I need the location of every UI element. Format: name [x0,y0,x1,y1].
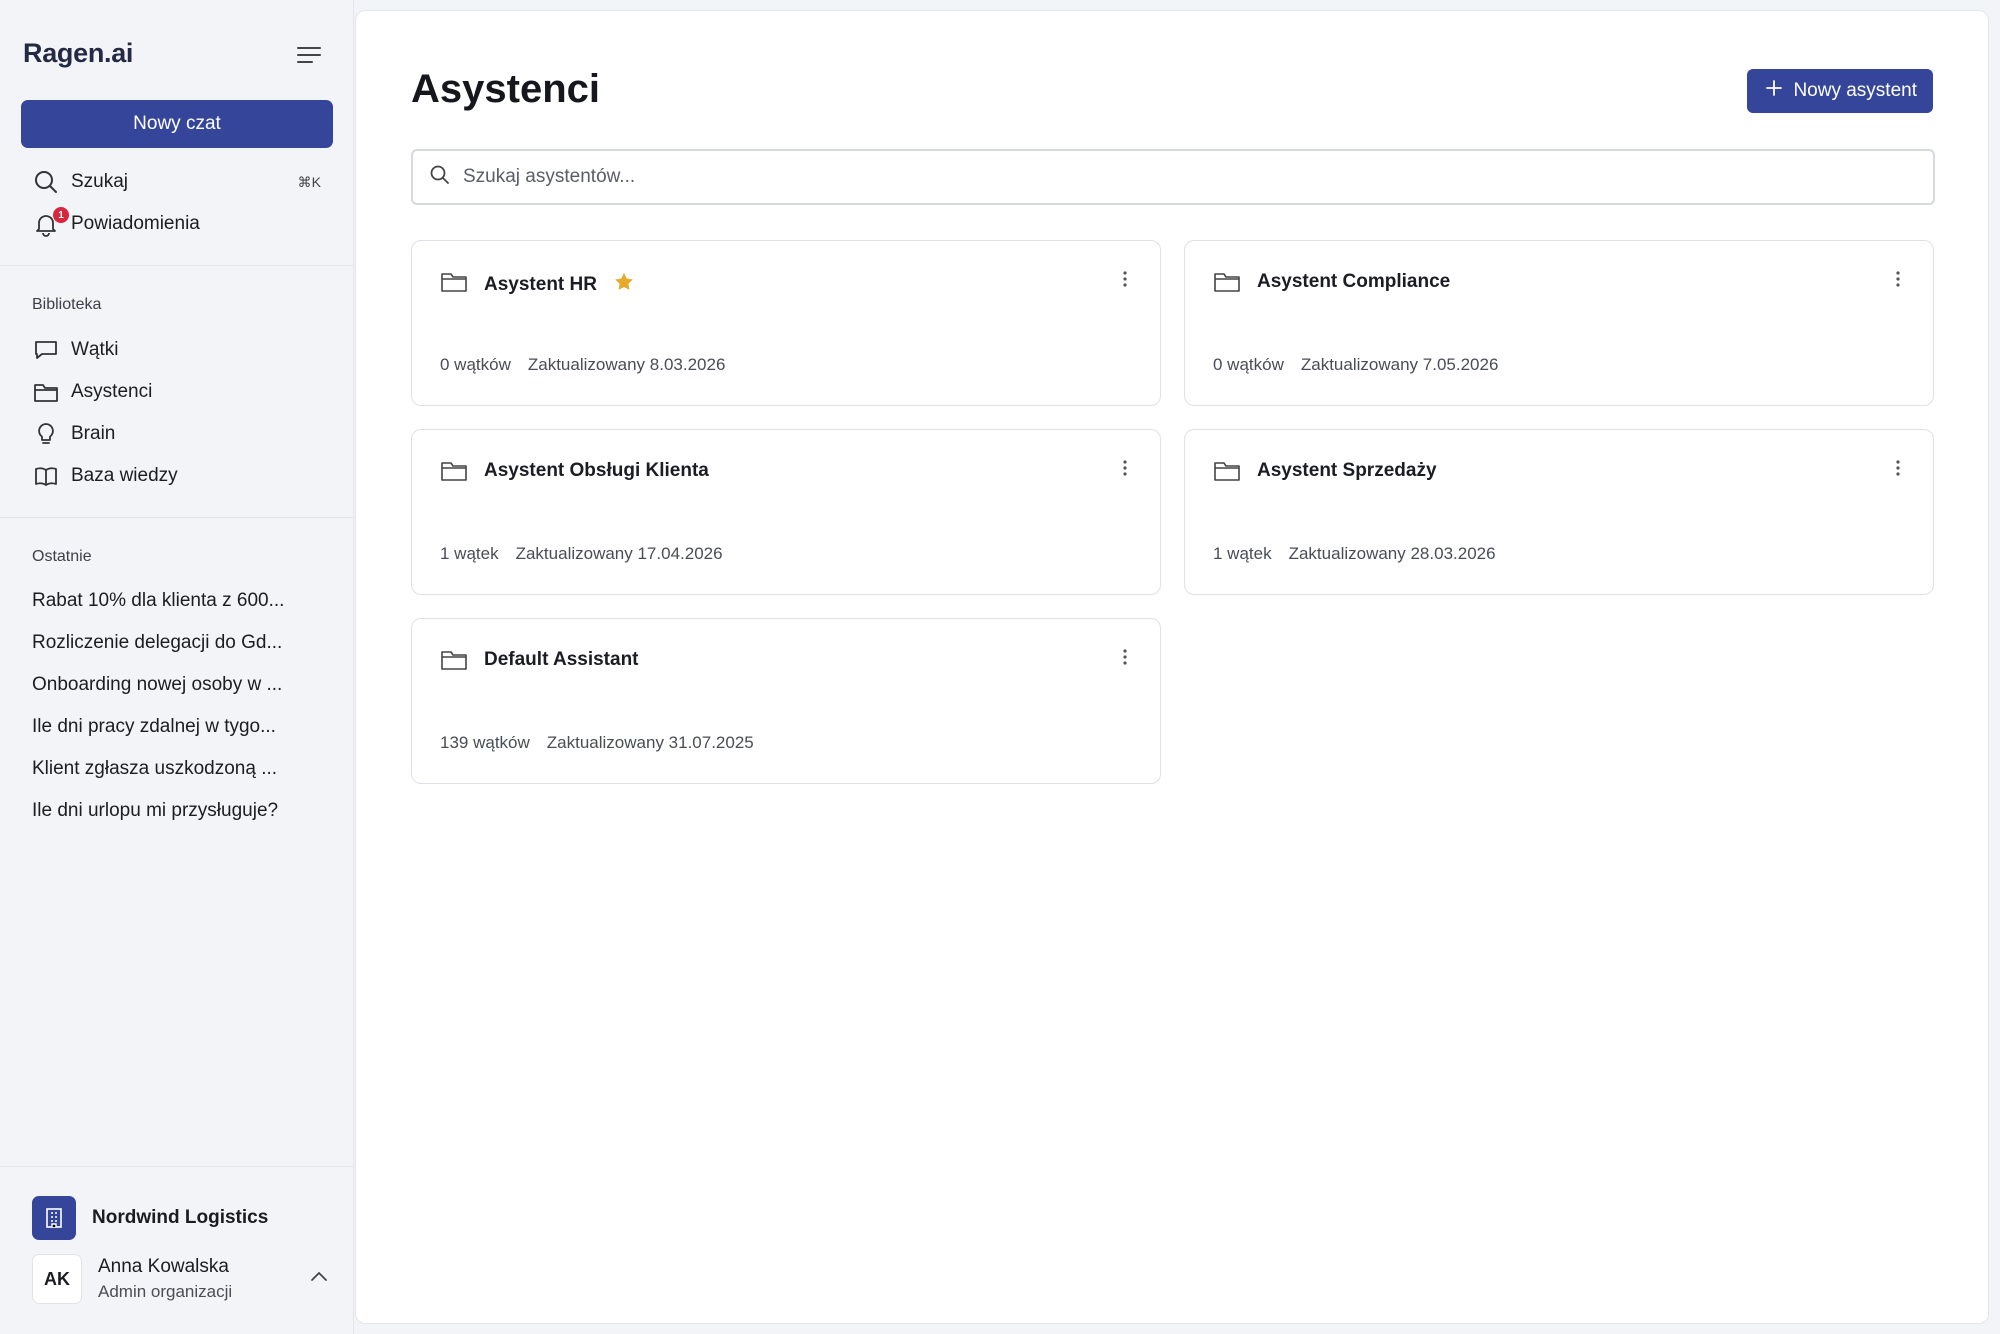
sidebar-divider [0,1166,354,1167]
recent-chat-item[interactable]: Rozliczenie delegacji do Gd... [32,632,292,654]
more-options-icon[interactable] [1120,647,1130,669]
thread-count: 0 wątków [1213,355,1284,374]
assistant-card[interactable]: Asystent Sprzedaży 1 wątek Zaktualizowan… [1184,429,1934,595]
folder-icon [1213,459,1241,488]
library-section-title: Biblioteka [32,296,102,313]
sidebar-item-knowledge-base[interactable]: Baza wiedzy [21,457,333,495]
book-icon [21,464,71,488]
search-icon [429,164,451,191]
sidebar-item-brain[interactable]: Brain [21,415,333,453]
search-icon [21,169,71,195]
sidebar-item-assistants[interactable]: Asystenci [21,373,333,411]
more-options-icon[interactable] [1120,458,1130,480]
organization-name: Nordwind Logistics [92,1207,269,1228]
assistant-search[interactable] [411,149,1935,205]
building-icon [32,1196,76,1240]
user-name: Anna Kowalska [98,1256,229,1277]
sidebar-toggle-icon[interactable] [296,44,322,66]
app-logo[interactable]: Ragen.ai [23,38,133,69]
new-assistant-label: Nowy asystent [1793,80,1917,101]
new-chat-button[interactable]: Nowy czat [21,100,333,148]
folder-icon [440,459,468,488]
star-icon[interactable] [613,271,635,299]
assistant-name: Default Assistant [484,649,639,670]
sidebar-divider [0,265,354,266]
bell-icon: 1 [21,207,71,237]
sidebar-item-threads[interactable]: Wątki [21,331,333,369]
updated-date: Zaktualizowany 7.05.2026 [1300,355,1499,374]
assistant-name: Asystent Sprzedaży [1257,460,1437,481]
more-options-icon[interactable] [1120,269,1130,291]
recent-chat-item[interactable]: Ile dni urlopu mi przysługuje? [32,800,292,822]
recent-section-title: Ostatnie [32,548,92,565]
sidebar-item-label: Baza wiedzy [71,465,178,486]
user-role: Admin organizacji [98,1282,233,1301]
thread-count: 1 wątek [1213,544,1272,563]
folder-icon [21,381,71,403]
sidebar-notifications-label: Powiadomienia [71,213,200,234]
folder-icon [1213,270,1241,299]
chevron-up-icon [310,1269,328,1287]
main-panel: Asystenci Nowy asystent Asystent HR 0 wą… [355,10,1989,1324]
organization-switcher[interactable]: Nordwind Logistics [32,1196,268,1240]
sidebar-item-label: Wątki [71,339,119,360]
page-title: Asystenci [411,67,600,111]
assistant-card[interactable]: Asystent Compliance 0 wątków Zaktualizow… [1184,240,1934,406]
updated-date: Zaktualizowany 28.03.2026 [1288,544,1496,563]
updated-date: Zaktualizowany 8.03.2026 [527,355,726,374]
assistant-card[interactable]: Default Assistant 139 wątków Zaktualizow… [411,618,1161,784]
assistant-search-input[interactable] [463,166,1863,188]
recent-chat-item[interactable]: Onboarding nowej osoby w ... [32,674,292,696]
more-options-icon[interactable] [1893,269,1903,291]
recent-chat-item[interactable]: Ile dni pracy zdalnej w tygo... [32,716,292,738]
lightbulb-icon [21,421,71,447]
sidebar-item-label: Brain [71,423,116,444]
recent-chat-item[interactable]: Rabat 10% dla klienta z 600... [32,590,292,612]
thread-count: 139 wątków [440,733,530,752]
updated-date: Zaktualizowany 17.04.2026 [515,544,723,563]
folder-icon [440,270,468,299]
folder-icon [440,648,468,677]
sidebar-notifications[interactable]: 1 Powiadomienia [21,205,333,243]
assistant-name: Asystent Compliance [1257,271,1451,292]
thread-count: 0 wątków [440,355,511,374]
new-assistant-button[interactable]: Nowy asystent [1747,69,1933,113]
avatar: AK [32,1254,82,1304]
assistant-name: Asystent Obsługi Klienta [484,460,709,481]
updated-date: Zaktualizowany 31.07.2025 [546,733,754,752]
thread-count: 1 wątek [440,544,499,563]
chat-bubble-icon [21,338,71,362]
plus-icon [1765,79,1783,103]
search-shortcut: ⌘K [297,173,321,190]
notification-badge: 1 [53,207,69,223]
more-options-icon[interactable] [1893,458,1903,480]
assistant-name: Asystent HR [484,274,597,295]
assistant-card[interactable]: Asystent HR 0 wątków Zaktualizowany 8.03… [411,240,1161,406]
user-menu[interactable]: AK Anna Kowalska Admin organizacji [32,1253,328,1305]
sidebar-search-label: Szukaj [71,171,129,192]
sidebar-search[interactable]: Szukaj ⌘K [21,163,333,201]
sidebar-item-label: Asystenci [71,381,153,402]
recent-chat-item[interactable]: Klient zgłasza uszkodzoną ... [32,758,292,780]
sidebar: Ragen.ai Nowy czat Szukaj ⌘K 1 Powiadomi… [0,0,354,1334]
assistant-card[interactable]: Asystent Obsługi Klienta 1 wątek Zaktual… [411,429,1161,595]
sidebar-divider [0,517,354,518]
